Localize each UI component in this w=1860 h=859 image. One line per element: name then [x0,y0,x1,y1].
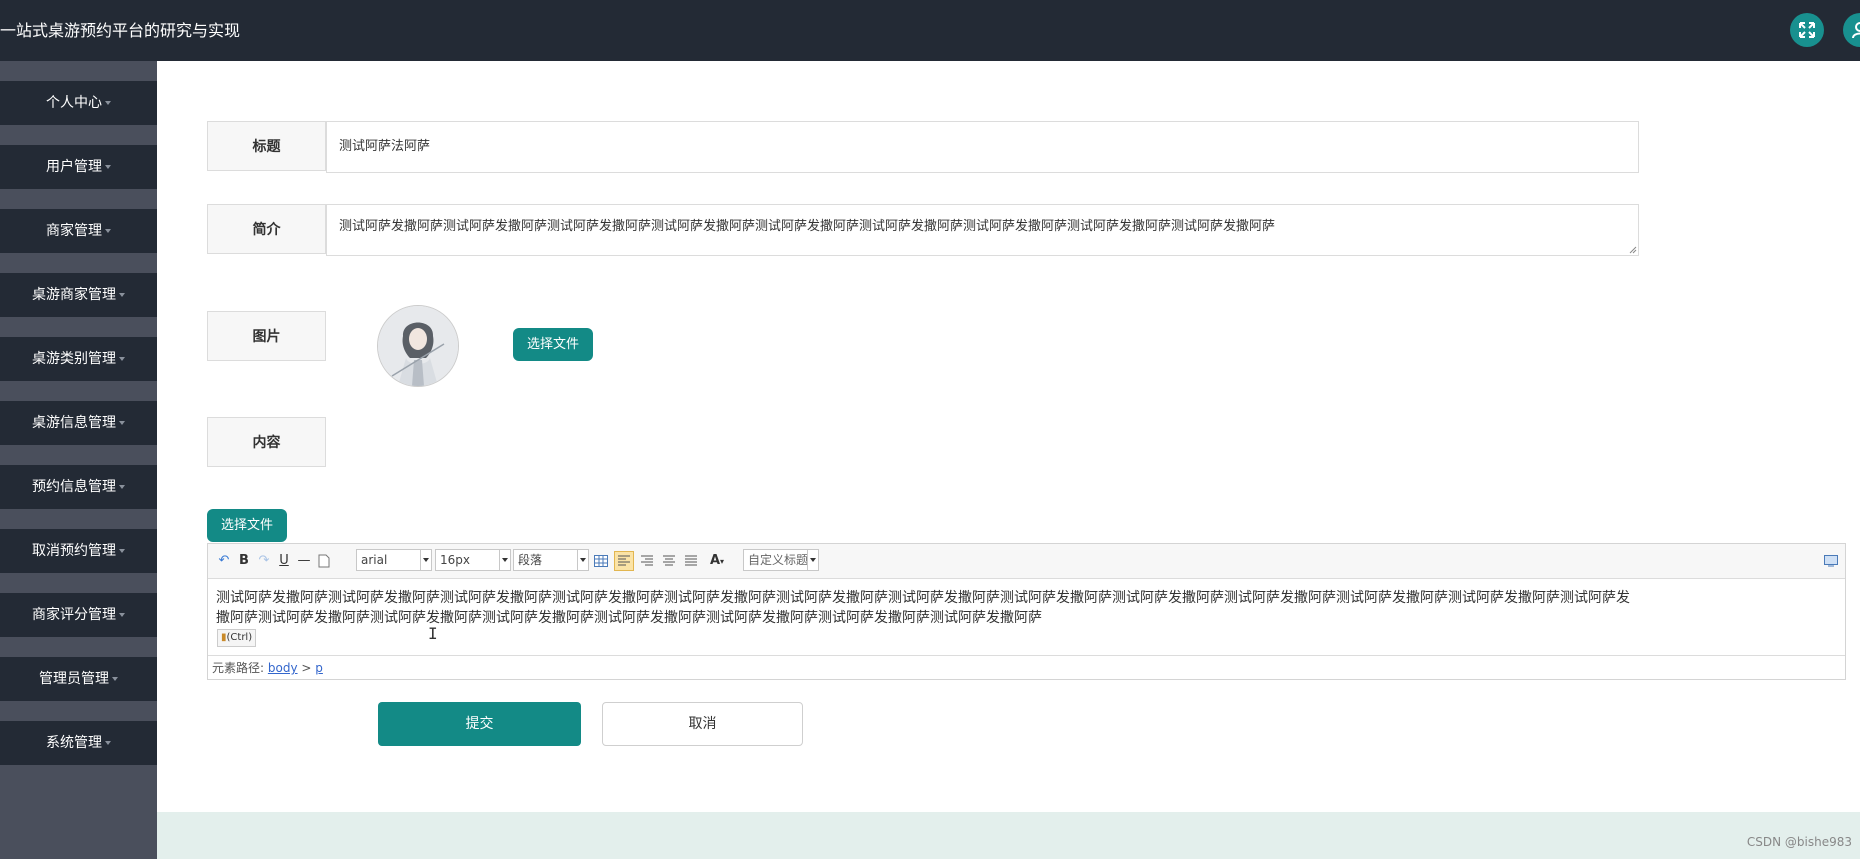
fullscreen-button[interactable] [1790,13,1824,47]
align-left-icon[interactable] [614,551,634,571]
path-separator: > [301,661,312,675]
sidebar-item-label: 预约信息管理 [32,479,116,495]
sidebar-item-boardgame-info[interactable]: 桌游信息管理 [0,401,157,445]
font-size-select[interactable]: 16px [435,549,511,571]
path-link-body[interactable]: body [268,661,298,675]
app-title: 一站式桌游预约平台的研究与实现 [0,21,241,40]
editor-toolbar: ↶ B ↷ U — arial 16px 段落 A▾ 自定义标题 [208,544,1845,579]
chevron-down-icon [807,550,818,570]
title-input[interactable]: 测试阿萨法阿萨 [326,121,1639,173]
chevron-down-icon [577,550,588,570]
editor-content-line: 撒阿萨测试阿萨发撒阿萨测试阿萨发撒阿萨测试阿萨发撒阿萨测试阿萨发撒阿萨测试阿萨发… [216,610,1042,626]
table-icon[interactable] [592,551,610,571]
sidebar-item-system-management[interactable]: 系统管理 [0,721,157,765]
expand-arrows-icon [1799,22,1815,38]
rich-text-editor: ↶ B ↷ U — arial 16px 段落 A▾ 自定义标题 测试阿萨发撒阿… [207,543,1846,680]
sidebar-item-label: 桌游类别管理 [32,351,116,367]
font-size-value: 16px [440,553,470,567]
redo-icon[interactable]: ↷ [256,551,272,571]
preview-icon[interactable] [1823,551,1839,571]
sidebar-item-boardgame-merchant[interactable]: 桌游商家管理 [0,273,157,317]
paragraph-value: 段落 [518,553,543,567]
custom-title-select[interactable]: 自定义标题 [743,549,819,571]
title-label: 标题 [207,121,326,171]
intro-label: 简介 [207,204,326,254]
sidebar-item-label: 取消预约管理 [32,543,116,559]
chevron-down-icon [112,677,118,681]
sidebar-item-user-management[interactable]: 用户管理 [0,145,157,189]
sidebar-item-label: 商家管理 [46,223,102,239]
paragraph-select[interactable]: 段落 [513,549,589,571]
watermark-text: CSDN @bishe983 [1746,835,1852,849]
resize-handle-icon[interactable] [1629,246,1637,254]
chevron-down-icon [119,613,125,617]
submit-button[interactable]: 提交 [378,702,581,746]
intro-textarea[interactable]: 测试阿萨发撒阿萨测试阿萨发撒阿萨测试阿萨发撒阿萨测试阿萨发撒阿萨测试阿萨发撒阿萨… [326,204,1639,256]
paste-options-badge[interactable]: ▮(Ctrl) [217,629,257,647]
chevron-down-icon [420,550,431,570]
font-family-select[interactable]: arial [356,549,432,571]
top-bar [0,0,1860,61]
footer-band [157,812,1860,859]
align-right-icon[interactable] [638,551,656,571]
editor-content[interactable]: 测试阿萨发撒阿萨测试阿萨发撒阿萨测试阿萨发撒阿萨测试阿萨发撒阿萨测试阿萨发撒阿萨… [216,588,1836,628]
chevron-down-icon [119,549,125,553]
cancel-button[interactable]: 取消 [602,702,803,746]
content-upload-button[interactable]: 选择文件 [207,509,287,542]
chevron-down-icon [105,741,111,745]
sidebar-item-label: 用户管理 [46,159,102,175]
chevron-down-icon [105,229,111,233]
choose-image-button[interactable]: 选择文件 [513,328,593,361]
paste-badge-label: (Ctrl) [226,632,253,643]
chevron-down-icon [119,421,125,425]
sidebar-item-merchant-management[interactable]: 商家管理 [0,209,157,253]
image-label: 图片 [207,311,326,361]
user-icon [1852,22,1860,39]
editor-content-line: 测试阿萨发撒阿萨测试阿萨发撒阿萨测试阿萨发撒阿萨测试阿萨发撒阿萨测试阿萨发撒阿萨… [216,590,1630,606]
text-cursor-icon: I [428,624,438,643]
sidebar-item-boardgame-category[interactable]: 桌游类别管理 [0,337,157,381]
content-label: 内容 [207,417,326,467]
chevron-down-icon [119,485,125,489]
align-center-icon[interactable] [660,551,678,571]
chevron-down-icon [105,101,111,105]
sidebar-item-label: 商家评分管理 [32,607,116,623]
chevron-down-icon [499,550,510,570]
uploaded-image-preview [377,305,459,387]
sidebar-item-merchant-rating[interactable]: 商家评分管理 [0,593,157,637]
sidebar-item-label: 桌游信息管理 [32,415,116,431]
sidebar-item-label: 个人中心 [46,95,102,111]
chevron-down-icon [119,293,125,297]
sidebar-item-label: 桌游商家管理 [32,287,116,303]
sidebar-item-admin-management[interactable]: 管理员管理 [0,657,157,701]
sidebar-item-label: 系统管理 [46,735,102,751]
custom-title-value: 自定义标题 [748,553,809,567]
element-path-label: 元素路径: [212,661,265,675]
sidebar-item-label: 管理员管理 [39,671,109,687]
align-justify-icon[interactable] [682,551,700,571]
character-illustration-icon [378,306,458,386]
path-link-p[interactable]: p [315,661,323,675]
underline-icon[interactable]: U [276,551,292,571]
chevron-down-icon [119,357,125,361]
intro-text: 测试阿萨发撒阿萨测试阿萨发撒阿萨测试阿萨发撒阿萨测试阿萨发撒阿萨测试阿萨发撒阿萨… [339,219,1276,234]
font-family-value: arial [361,553,388,567]
sidebar-item-cancel-reservation[interactable]: 取消预约管理 [0,529,157,573]
horizontal-rule-icon[interactable]: — [296,551,312,571]
undo-icon[interactable]: ↶ [216,551,232,571]
chevron-down-icon [105,165,111,169]
bold-icon[interactable]: B [236,551,252,571]
font-color-icon[interactable]: A▾ [704,551,730,571]
sidebar-item-reservation-info[interactable]: 预约信息管理 [0,465,157,509]
element-path-bar: 元素路径: body > p [208,655,1845,679]
sidebar-item-personal-center[interactable]: 个人中心 [0,81,157,125]
document-icon[interactable] [316,551,332,571]
